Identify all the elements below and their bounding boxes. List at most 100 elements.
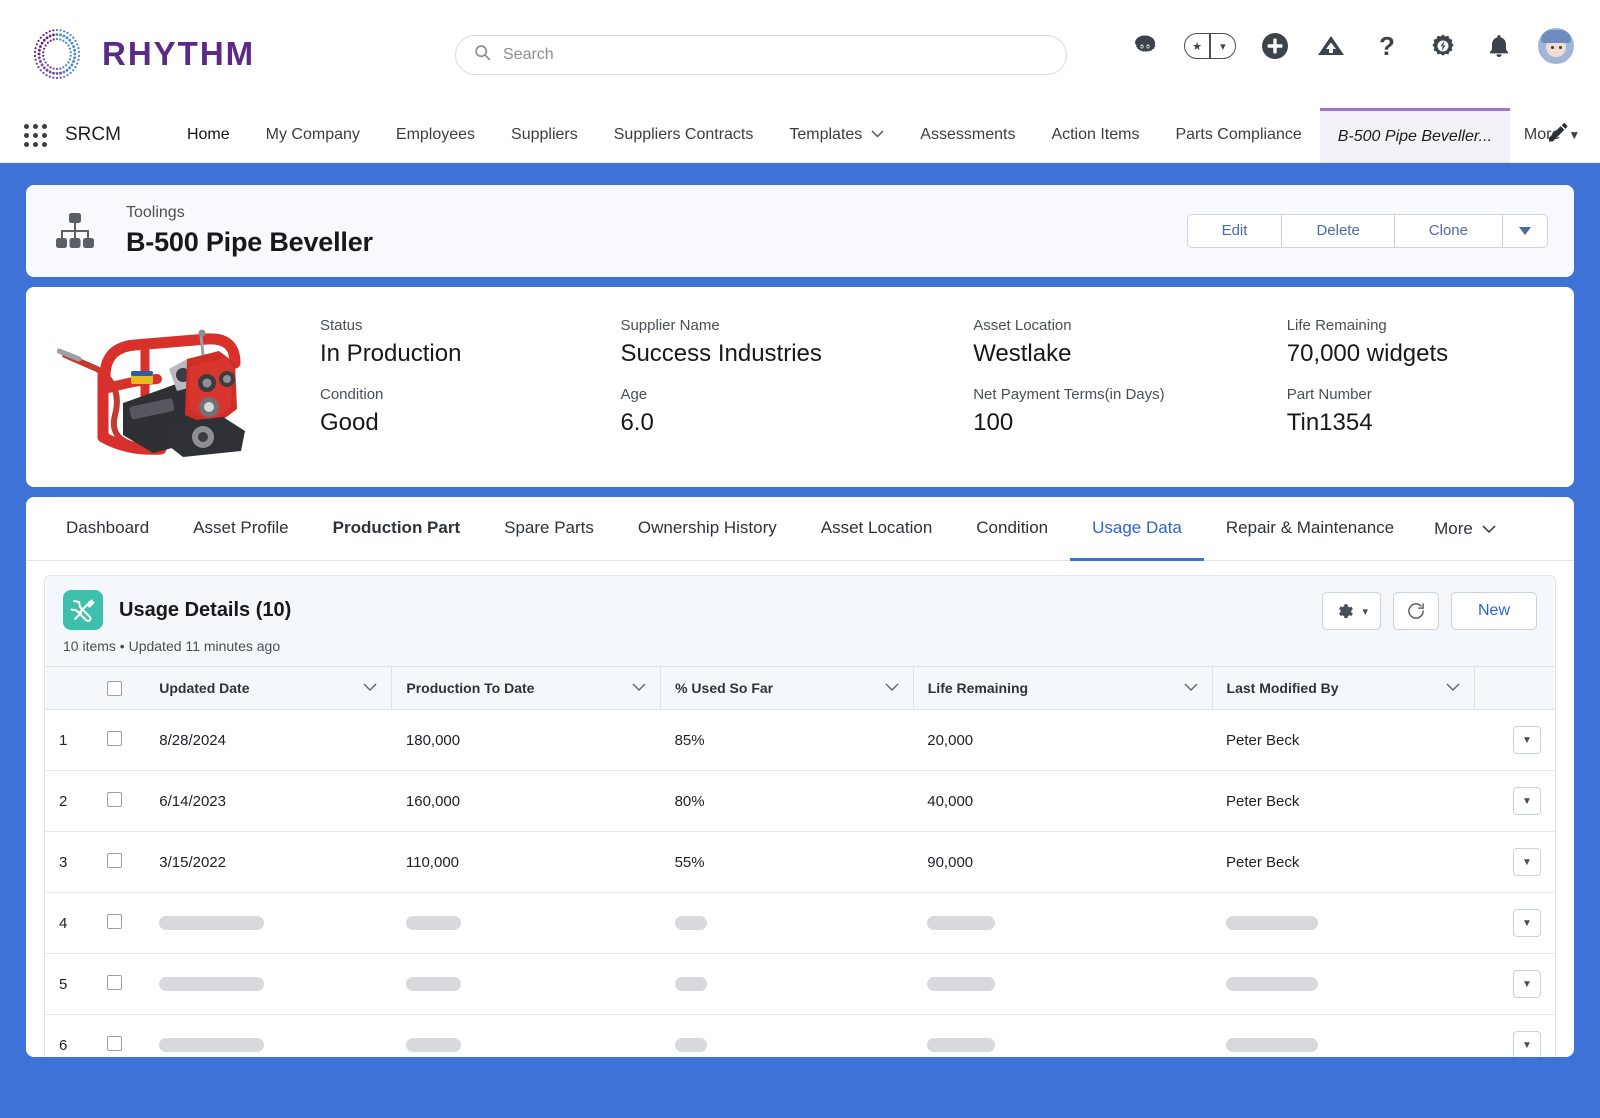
favorites-chevron-down-icon[interactable]: ▾ — [1211, 40, 1235, 53]
row-select-cell[interactable] — [107, 710, 145, 771]
tabs-more-button[interactable]: More — [1416, 497, 1514, 560]
skeleton-placeholder — [406, 977, 461, 991]
chevron-down-icon[interactable] — [885, 681, 899, 695]
nav-item-templates[interactable]: Templates — [771, 108, 902, 162]
favorites-control[interactable]: ★ ▾ — [1184, 33, 1236, 59]
tab-condition[interactable]: Condition — [954, 497, 1070, 561]
row-select-cell[interactable] — [107, 771, 145, 832]
row-actions-button[interactable]: ▼ — [1513, 1031, 1541, 1057]
table-row[interactable]: 26/14/2023160,00080%40,000Peter Beck▼ — [45, 771, 1555, 832]
table-cell: Peter Beck — [1212, 832, 1475, 893]
chevron-down-icon[interactable] — [632, 681, 646, 695]
tab-label: Production Part — [333, 518, 461, 538]
chevron-down-icon[interactable] — [363, 681, 377, 695]
favorites-star-icon[interactable]: ★ — [1185, 40, 1209, 53]
help-icon[interactable]: ? — [1370, 29, 1404, 63]
list-settings-button[interactable]: ▾ — [1322, 592, 1381, 630]
nav-item-suppliers-contracts[interactable]: Suppliers Contracts — [596, 108, 772, 162]
row-actions-button[interactable]: ▼ — [1513, 726, 1541, 754]
row-checkbox[interactable] — [107, 853, 122, 868]
row-checkbox[interactable] — [107, 914, 122, 929]
table-cell — [661, 893, 914, 954]
col-percent-used[interactable]: % Used So Far — [661, 667, 914, 710]
notifications-bell-icon[interactable] — [1482, 29, 1516, 63]
tab-asset-location[interactable]: Asset Location — [799, 497, 955, 561]
tab-spare-parts[interactable]: Spare Parts — [482, 497, 616, 561]
hierarchy-icon — [52, 208, 98, 254]
row-select-cell[interactable] — [107, 1015, 145, 1058]
nav-item-my-company[interactable]: My Company — [248, 108, 378, 162]
col-production-to-date[interactable]: Production To Date — [392, 667, 661, 710]
table-row[interactable]: 33/15/2022110,00055%90,000Peter Beck▼ — [45, 832, 1555, 893]
app-navigation-bar: SRCM Home My Company Employees Suppliers… — [0, 108, 1600, 163]
tab-production-part[interactable]: Production Part — [311, 497, 483, 561]
tab-ownership-history[interactable]: Ownership History — [616, 497, 799, 561]
select-all-checkbox[interactable] — [107, 681, 122, 696]
row-checkbox[interactable] — [107, 792, 122, 807]
nav-item-current-record[interactable]: B-500 Pipe Beveller... — [1320, 108, 1510, 162]
setup-gear-icon[interactable] — [1426, 29, 1460, 63]
app-name[interactable]: SRCM — [65, 108, 169, 162]
row-actions-button[interactable]: ▼ — [1513, 848, 1541, 876]
home-icon[interactable] — [1128, 29, 1162, 63]
row-checkbox[interactable] — [107, 975, 122, 990]
table-cell: 160,000 — [392, 771, 661, 832]
chevron-down-icon[interactable] — [1184, 681, 1198, 695]
nav-label: Templates — [789, 126, 862, 144]
col-last-modified-by[interactable]: Last Modified By — [1212, 667, 1475, 710]
brand-logo[interactable]: RHYTHM — [28, 25, 255, 83]
row-actions-cell[interactable]: ▼ — [1475, 954, 1555, 1015]
row-actions-cell[interactable]: ▼ — [1475, 1015, 1555, 1058]
nav-item-assessments[interactable]: Assessments — [902, 108, 1033, 162]
nav-item-home[interactable]: Home — [169, 108, 248, 162]
table-row[interactable]: 4▼ — [45, 893, 1555, 954]
chevron-down-icon[interactable] — [1446, 681, 1460, 695]
row-checkbox[interactable] — [107, 731, 122, 746]
row-actions-button[interactable]: ▼ — [1513, 909, 1541, 937]
tab-dashboard[interactable]: Dashboard — [44, 497, 171, 561]
edit-button[interactable]: Edit — [1188, 215, 1283, 247]
row-select-cell[interactable] — [107, 893, 145, 954]
skeleton-placeholder — [159, 916, 264, 930]
nav-item-employees[interactable]: Employees — [378, 108, 493, 162]
col-life-remaining[interactable]: Life Remaining — [913, 667, 1212, 710]
nav-item-suppliers[interactable]: Suppliers — [493, 108, 596, 162]
global-search[interactable] — [455, 35, 1067, 75]
column-label: Life Remaining — [928, 680, 1184, 696]
table-row[interactable]: 5▼ — [45, 954, 1555, 1015]
clone-button[interactable]: Clone — [1395, 215, 1503, 247]
col-updated-date[interactable]: Updated Date — [145, 667, 392, 710]
row-actions-cell[interactable]: ▼ — [1475, 893, 1555, 954]
row-actions-button[interactable]: ▼ — [1513, 787, 1541, 815]
row-select-cell[interactable] — [107, 832, 145, 893]
tab-asset-profile[interactable]: Asset Profile — [171, 497, 310, 561]
field-label: Net Payment Terms(in Days) — [973, 386, 1287, 403]
refresh-button[interactable] — [1393, 592, 1439, 630]
search-input[interactable] — [503, 46, 1048, 64]
row-checkbox[interactable] — [107, 1036, 122, 1051]
tab-label: Condition — [976, 518, 1048, 538]
row-select-cell[interactable] — [107, 954, 145, 1015]
row-actions-cell[interactable]: ▼ — [1475, 710, 1555, 771]
field-value: Westlake — [973, 340, 1287, 368]
row-actions-cell[interactable]: ▼ — [1475, 832, 1555, 893]
table-row[interactable]: 6▼ — [45, 1015, 1555, 1058]
upload-icon[interactable] — [1314, 29, 1348, 63]
nav-item-parts-compliance[interactable]: Parts Compliance — [1157, 108, 1319, 162]
tab-repair-maintenance[interactable]: Repair & Maintenance — [1204, 497, 1416, 561]
row-actions-cell[interactable]: ▼ — [1475, 771, 1555, 832]
delete-button[interactable]: Delete — [1282, 215, 1394, 247]
table-row[interactable]: 18/28/2024180,00085%20,000Peter Beck▼ — [45, 710, 1555, 771]
nav-item-action-items[interactable]: Action Items — [1033, 108, 1157, 162]
edit-pencil-icon[interactable] — [1546, 121, 1570, 150]
chevron-down-icon[interactable] — [871, 129, 884, 141]
record-actions-overflow-button[interactable] — [1503, 215, 1547, 247]
new-button[interactable]: New — [1451, 592, 1537, 630]
row-actions-button[interactable]: ▼ — [1513, 970, 1541, 998]
tab-usage-data[interactable]: Usage Data — [1070, 497, 1204, 561]
app-launcher-icon[interactable] — [24, 108, 65, 162]
add-icon[interactable] — [1258, 29, 1292, 63]
table-cell: 55% — [661, 832, 914, 893]
user-avatar[interactable] — [1538, 28, 1574, 64]
header-icon-tray: ★ ▾ ? — [1128, 28, 1574, 64]
